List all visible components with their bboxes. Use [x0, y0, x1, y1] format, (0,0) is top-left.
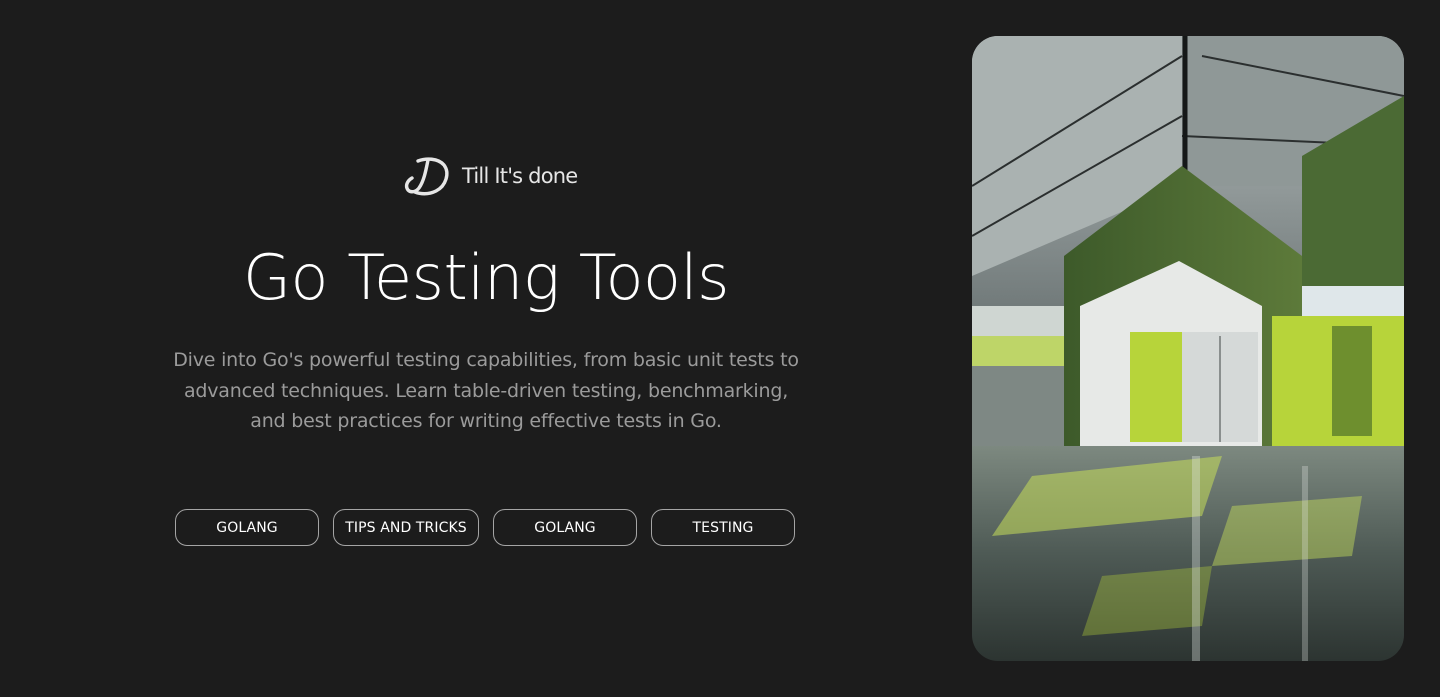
- hero-image: [972, 36, 1404, 661]
- tag-list: GOLANG TIPS AND TRICKS GOLANG TESTING: [175, 509, 795, 546]
- td-monogram-logo-icon: [404, 157, 449, 196]
- page: Till It's done Go Testing Tools Dive int…: [0, 0, 1440, 697]
- hero-content: Till It's done Go Testing Tools Dive int…: [0, 0, 972, 697]
- industrial-interior-photo: [972, 36, 1404, 661]
- page-title: Go Testing Tools: [243, 241, 729, 314]
- tag-golang-2[interactable]: GOLANG: [493, 509, 637, 546]
- tag-golang[interactable]: GOLANG: [175, 509, 319, 546]
- page-description: Dive into Go's powerful testing capabili…: [173, 349, 799, 432]
- brand-name: Till It's done: [462, 164, 578, 188]
- brand[interactable]: Till It's done: [404, 155, 578, 197]
- tag-tips-and-tricks[interactable]: TIPS AND TRICKS: [333, 509, 479, 546]
- tag-testing[interactable]: TESTING: [651, 509, 795, 546]
